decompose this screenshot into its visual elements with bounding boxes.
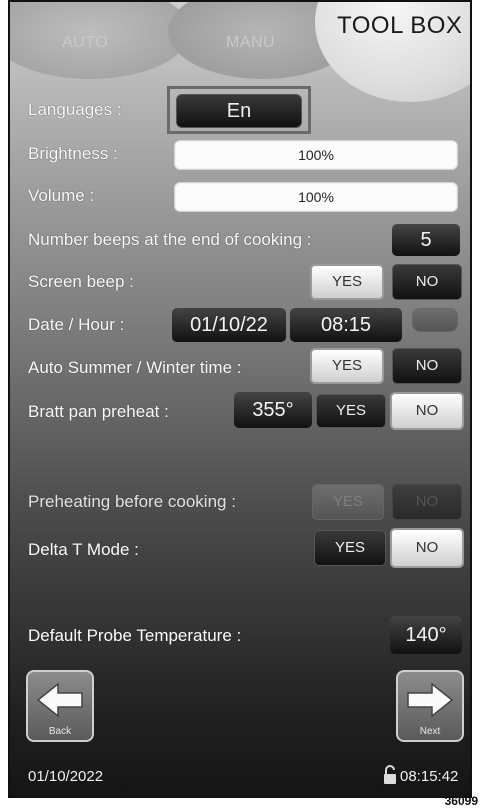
footer-date: 01/10/2022 [28, 768, 104, 785]
brightness-field[interactable]: 100% [174, 140, 458, 170]
lock-icon [384, 765, 396, 784]
tab-toolbox-label: TOOL BOX [337, 12, 463, 39]
arrow-right-icon [407, 682, 454, 718]
arrow-left-icon [36, 682, 83, 718]
time-field[interactable]: 08:15 [290, 308, 402, 342]
preheating-label: Preheating before cooking : [28, 492, 236, 511]
screen-beep-yes-button[interactable]: YES [310, 264, 384, 300]
probe-temp-value[interactable]: 140° [390, 616, 462, 654]
volume-field[interactable]: 100% [174, 182, 458, 212]
languages-label: Languages : [28, 100, 122, 119]
date-field[interactable]: 01/10/22 [172, 308, 286, 342]
date-hour-label: Date / Hour : [28, 315, 125, 334]
tab-auto[interactable]: AUTO [10, 2, 190, 79]
beeps-label: Number beeps at the end of cooking : [28, 230, 312, 249]
volume-label: Volume : [28, 186, 95, 205]
summer-winter-no-button[interactable]: NO [392, 348, 462, 384]
tab-toolbox[interactable]: TOOL BOX [315, 2, 470, 102]
preheating-no-button[interactable]: NO [392, 484, 462, 520]
next-button[interactable]: Next [396, 670, 464, 742]
footer-time: 08:15:42 [400, 768, 459, 785]
screen-beep-no-button[interactable]: NO [392, 264, 462, 300]
tab-manu-label: MANU [226, 34, 276, 51]
date-hour-confirm-button[interactable] [412, 308, 458, 332]
screen-beep-label: Screen beep : [28, 272, 134, 291]
bratt-pan-temp-value[interactable]: 355° [234, 392, 312, 428]
brightness-label: Brightness : [28, 144, 118, 163]
delta-t-label: Delta T Mode : [28, 540, 139, 559]
delta-t-yes-button[interactable]: YES [314, 530, 386, 566]
preheating-yes-button[interactable]: YES [312, 484, 384, 520]
bratt-pan-yes-button[interactable]: YES [316, 394, 386, 428]
figure-reference-number: 36099 [444, 794, 478, 808]
delta-t-no-button[interactable]: NO [390, 528, 464, 568]
bratt-pan-no-button[interactable]: NO [390, 392, 464, 430]
summer-winter-label: Auto Summer / Winter time : [28, 358, 242, 377]
touch-screen: AUTO MANU TOOL BOX Languages : En Bright… [8, 0, 472, 798]
next-label: Next [419, 726, 441, 737]
back-label: Back [48, 726, 72, 737]
back-button[interactable]: Back [26, 670, 94, 742]
bratt-pan-label: Bratt pan preheat : [28, 402, 169, 421]
summer-winter-yes-button[interactable]: YES [310, 348, 384, 384]
language-button[interactable]: En [176, 94, 302, 128]
probe-temp-label: Default Probe Temperature : [28, 626, 242, 645]
tab-auto-label: AUTO [62, 34, 109, 51]
beeps-value[interactable]: 5 [392, 224, 460, 256]
